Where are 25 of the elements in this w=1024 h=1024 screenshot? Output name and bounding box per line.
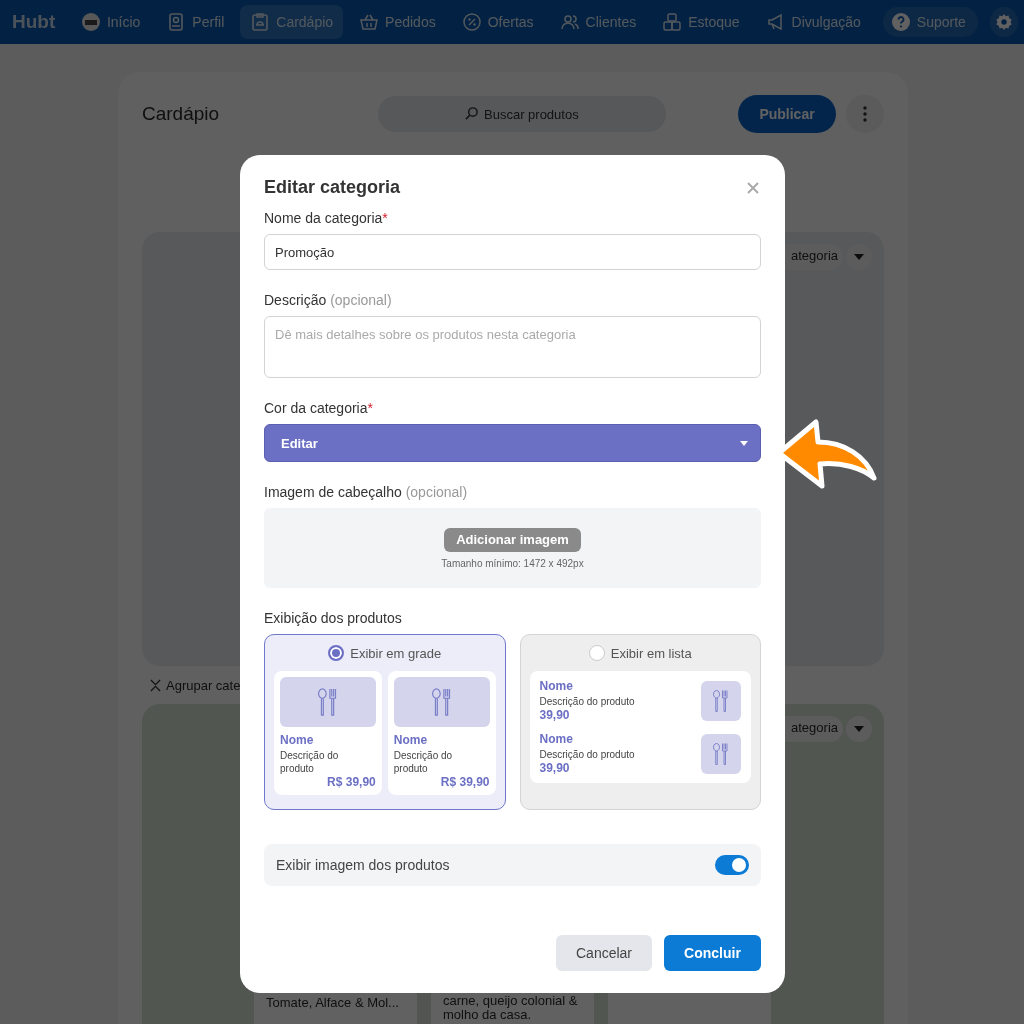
product-price: 39,90	[539, 708, 571, 722]
product-description: Tomate, Alface & Mol...	[266, 996, 400, 1010]
field-label: Descrição (opcional)	[264, 292, 393, 308]
section-label: Exibição dos produtos	[264, 610, 403, 626]
product-description: Descrição do produto	[280, 749, 340, 775]
product-name: Nome	[539, 679, 574, 693]
product-description: Descrição do produto	[539, 748, 635, 761]
setting-label: Exibir imagem dos produtos	[276, 857, 450, 873]
option-label: Exibir em grade	[350, 645, 442, 661]
product-description: Descrição do produto	[539, 695, 635, 708]
field-label: Nome da categoria*	[264, 210, 389, 226]
field-label: Cor da categoria*	[264, 400, 374, 416]
product-description: Descrição do produto	[393, 749, 454, 775]
product-price: R$ 39,90	[327, 775, 376, 789]
dialog-title: Editar categoria	[264, 177, 401, 198]
product-description: carne, queijo colonial & molho da casa.	[443, 994, 579, 1022]
product-name: Nome	[280, 733, 315, 747]
product-price: 39,90	[539, 761, 571, 775]
product-name: Nome	[539, 732, 574, 746]
product-price: R$ 39,90	[440, 775, 490, 789]
product-name: Nome	[393, 733, 429, 747]
field-label: Imagem de cabeçalho (opcional)	[264, 484, 469, 500]
option-label: Exibir em lista	[610, 645, 692, 661]
image-size-hint: Tamanho mínimo: 1472 x 492px	[441, 557, 584, 569]
page-title: Cardápio	[142, 103, 221, 125]
